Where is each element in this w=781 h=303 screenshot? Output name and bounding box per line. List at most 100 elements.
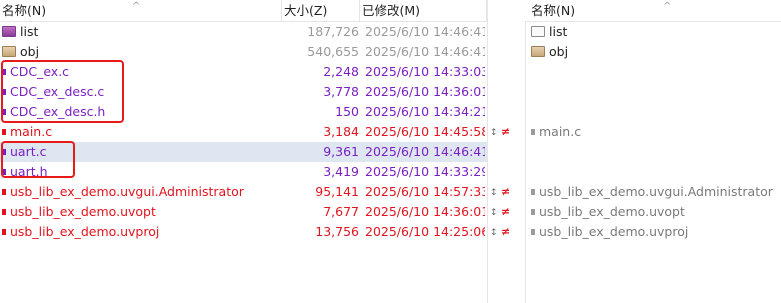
sort-ascending-icon: ^ (663, 1, 672, 12)
compare-row: ↕ ≠ (487, 222, 525, 242)
file-name: CDC_ex_desc.h (10, 104, 106, 119)
file-name: obj (549, 44, 569, 59)
changed-file-icon (2, 208, 6, 215)
date-header-label: 已修改(M) (362, 3, 421, 18)
not-equal-icon: ≠ (501, 125, 511, 138)
left-file-pane[interactable]: 名称(N) ^ 大小(Z) 已修改(M) list 187,726 2025/6… (0, 0, 487, 303)
file-name: usb_lib_ex_demo.uvopt (539, 204, 685, 219)
name-column-header[interactable]: 名称(N) ^ (525, 0, 781, 21)
not-equal-icon: ≠ (501, 185, 511, 198)
date-column-header[interactable]: 已修改(M) (360, 0, 487, 21)
file-row-list[interactable]: list 187,726 2025/6/10 14:46:41 (0, 22, 487, 42)
left-column-header: 名称(N) ^ 大小(Z) 已修改(M) (0, 0, 487, 22)
file-date: 2025/6/10 14:36:01 (365, 84, 485, 99)
changed-file-icon (2, 128, 6, 135)
file-icon (531, 228, 535, 235)
size-header-label: 大小(Z) (284, 3, 328, 18)
changed-file-icon (2, 228, 6, 235)
left-only-file-icon (2, 168, 6, 175)
file-icon (531, 188, 535, 195)
folder-icon (2, 26, 16, 37)
file-name: usb_lib_ex_demo.uvproj (10, 224, 160, 239)
file-size: 9,361 (323, 144, 359, 159)
file-row-list[interactable]: list (525, 22, 781, 42)
right-file-pane[interactable]: 名称(N) ^ list obj main.c usb_lib_ex_demo.… (525, 0, 781, 303)
file-size: 7,677 (323, 204, 359, 219)
compare-status-column: ↕ ≠ ↕ ≠ ↕ ≠ ↕ ≠ (487, 0, 525, 303)
file-date: 2025/6/10 14:33:29 (365, 164, 485, 179)
file-row-uvgui[interactable]: usb_lib_ex_demo.uvgui.Administrator (525, 182, 781, 202)
right-column-header: 名称(N) ^ (525, 0, 781, 22)
file-name: main.c (539, 124, 582, 139)
file-size: 13,756 (315, 224, 359, 239)
diff-arrow-icon: ↕ (490, 208, 498, 218)
file-size: 150 (335, 104, 359, 119)
file-row-cdc-ex-desc-h[interactable]: CDC_ex_desc.h 150 2025/6/10 14:34:21 (0, 102, 487, 122)
diff-arrow-icon: ↕ (490, 128, 498, 138)
file-row-uvopt[interactable]: usb_lib_ex_demo.uvopt 7,677 2025/6/10 14… (0, 202, 487, 222)
file-name: CDC_ex_desc.c (10, 84, 105, 99)
compare-row: ↕ ≠ (487, 182, 525, 202)
file-row-main-c[interactable]: main.c (525, 122, 781, 142)
file-name: main.c (10, 124, 53, 139)
file-row-cdc-ex-c[interactable]: CDC_ex.c 2,248 2025/6/10 14:33:03 (0, 62, 487, 82)
left-only-file-icon (2, 68, 6, 75)
file-size: 3,778 (323, 84, 359, 99)
file-row-uart-c[interactable]: uart.c 9,361 2025/6/10 14:46:41 (0, 142, 487, 162)
name-header-label: 名称(N) (2, 3, 47, 18)
file-date: 2025/6/10 14:45:58 (365, 124, 485, 139)
file-icon (531, 128, 535, 135)
file-date: 2025/6/10 14:33:03 (365, 64, 485, 79)
file-date: 2025/6/10 14:57:33 (365, 184, 485, 199)
sort-ascending-icon: ^ (132, 1, 141, 12)
not-equal-icon: ≠ (501, 225, 511, 238)
name-header-label: 名称(N) (531, 3, 576, 18)
file-size: 2,248 (323, 64, 359, 79)
file-size: 3,419 (323, 164, 359, 179)
file-name: list (549, 24, 568, 39)
left-only-file-icon (2, 148, 6, 155)
folder-icon (2, 46, 16, 57)
file-date: 2025/6/10 14:34:21 (365, 104, 485, 119)
folder-icon (531, 46, 545, 57)
file-name: uart.c (10, 144, 47, 159)
changed-file-icon (2, 188, 6, 195)
file-name: uart.h (10, 164, 48, 179)
file-icon (531, 208, 535, 215)
left-only-file-icon (2, 88, 6, 95)
file-row-uvproj[interactable]: usb_lib_ex_demo.uvproj (525, 222, 781, 242)
file-size: 3,184 (323, 124, 359, 139)
file-row-cdc-ex-desc-c[interactable]: CDC_ex_desc.c 3,778 2025/6/10 14:36:01 (0, 82, 487, 102)
file-row-uvopt[interactable]: usb_lib_ex_demo.uvopt (525, 202, 781, 222)
file-name: usb_lib_ex_demo.uvgui.Administrator (10, 184, 244, 199)
file-name: usb_lib_ex_demo.uvgui.Administrator (539, 184, 773, 199)
not-equal-icon: ≠ (501, 205, 511, 218)
file-name: CDC_ex.c (10, 64, 70, 79)
file-row-main-c[interactable]: main.c 3,184 2025/6/10 14:45:58 (0, 122, 487, 142)
file-date: 2025/6/10 14:46:41 (365, 44, 485, 59)
file-name: list (20, 24, 39, 39)
file-name: usb_lib_ex_demo.uvopt (10, 204, 156, 219)
compare-row: ↕ ≠ (487, 122, 525, 142)
left-only-file-icon (2, 108, 6, 115)
file-size: 95,141 (315, 184, 359, 199)
name-column-header[interactable]: 名称(N) ^ (0, 0, 282, 21)
diff-arrow-icon: ↕ (490, 228, 498, 238)
file-name: usb_lib_ex_demo.uvproj (539, 224, 689, 239)
file-size: 540,655 (307, 44, 359, 59)
compare-row: ↕ ≠ (487, 202, 525, 222)
folder-icon (531, 26, 545, 37)
file-row-uart-h[interactable]: uart.h 3,419 2025/6/10 14:33:29 (0, 162, 487, 182)
file-row-obj[interactable]: obj 540,655 2025/6/10 14:46:41 (0, 42, 487, 62)
size-column-header[interactable]: 大小(Z) (282, 0, 360, 21)
file-size: 187,726 (307, 24, 359, 39)
file-date: 2025/6/10 14:25:06 (365, 224, 485, 239)
file-row-uvgui[interactable]: usb_lib_ex_demo.uvgui.Administrator 95,1… (0, 182, 487, 202)
diff-arrow-icon: ↕ (490, 188, 498, 198)
file-date: 2025/6/10 14:46:41 (365, 144, 485, 159)
file-row-obj[interactable]: obj (525, 42, 781, 62)
file-row-uvproj[interactable]: usb_lib_ex_demo.uvproj 13,756 2025/6/10 … (0, 222, 487, 242)
file-date: 2025/6/10 14:46:41 (365, 24, 485, 39)
file-name: obj (20, 44, 40, 59)
file-date: 2025/6/10 14:36:01 (365, 204, 485, 219)
